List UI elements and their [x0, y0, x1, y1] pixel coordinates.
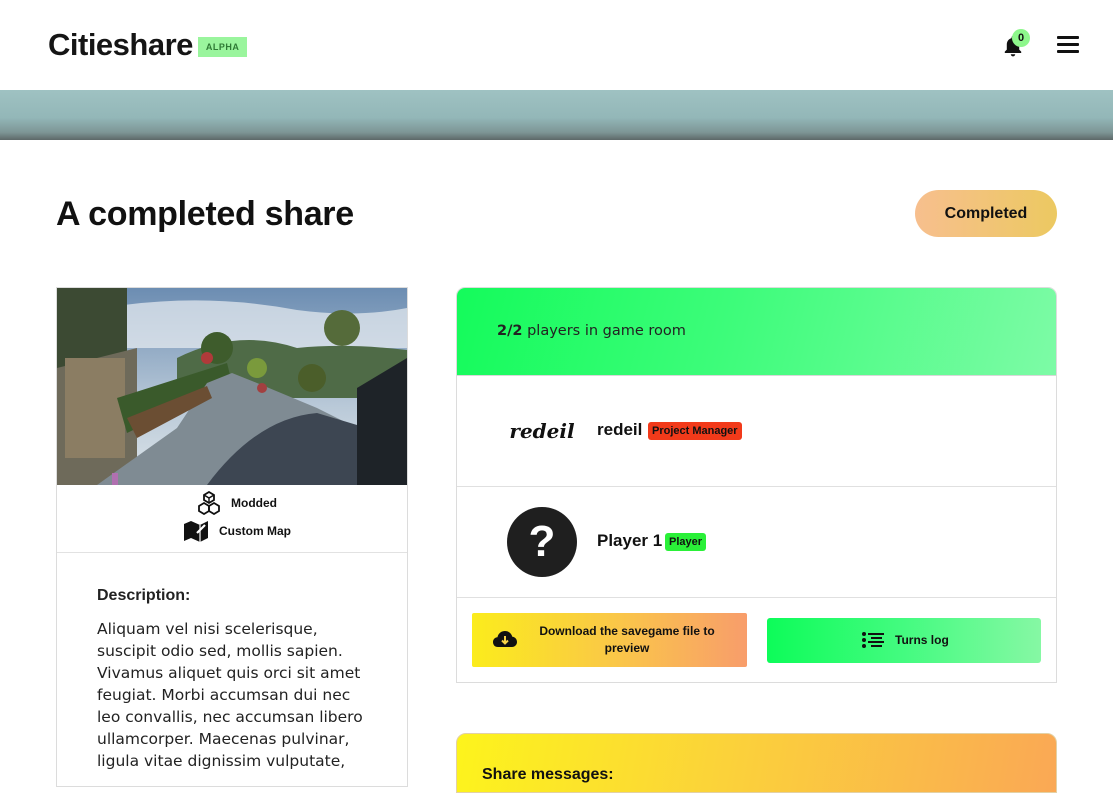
share-messages-title: Share messages:: [482, 766, 614, 783]
hero-banner: [0, 90, 1113, 140]
players-count-value: 2/2: [497, 323, 523, 339]
game-room-actions: Download the savegame file to preview Tu…: [457, 598, 1056, 682]
description-label: Description:: [97, 587, 191, 604]
map-icon: [184, 521, 208, 542]
hamburger-menu-icon[interactable]: [1057, 36, 1079, 54]
tag-label: Modded: [231, 496, 277, 510]
save-tags: Modded Custom Map: [57, 485, 407, 553]
players-count-label: players in game room: [522, 323, 686, 339]
players-count: 2/2 players in game room: [497, 323, 686, 339]
download-savegame-button[interactable]: Download the savegame file to preview: [472, 613, 747, 667]
brand-name[interactable]: Citieshare: [48, 27, 193, 63]
tag-modded: Modded: [197, 491, 277, 515]
tag-label: Custom Map: [219, 524, 291, 538]
avatar: ?: [507, 507, 577, 577]
turns-log-label: Turns log: [895, 633, 949, 647]
avatar: redeil: [507, 396, 577, 466]
brand[interactable]: Citieshare ALPHA: [48, 27, 248, 63]
turns-log-button[interactable]: Turns log: [767, 618, 1041, 663]
top-navbar: Citieshare ALPHA 0: [0, 0, 1113, 90]
cubes-icon: [198, 491, 220, 515]
player-row[interactable]: redeil redeil Project Manager: [457, 376, 1056, 487]
player-row[interactable]: ? Player 1 Player: [457, 487, 1056, 598]
save-info-card: Modded Custom Map Description: Aliquam v…: [56, 287, 408, 787]
player-name[interactable]: redeil: [597, 420, 642, 440]
page-title: A completed share: [56, 195, 354, 233]
game-room-header: 2/2 players in game room: [457, 288, 1056, 376]
download-savegame-label: Download the savegame file to preview: [539, 624, 715, 655]
role-badge: Player: [665, 533, 707, 551]
list-icon: [862, 632, 884, 648]
role-badge: Project Manager: [648, 422, 742, 440]
notification-count-badge: 0: [1012, 29, 1030, 47]
tag-custom-map: Custom Map: [183, 519, 291, 543]
description-text: Aliquam vel nisi scelerisque, suscipit o…: [97, 620, 363, 770]
player-name[interactable]: Player 1: [597, 531, 662, 551]
cloud-download-icon: [493, 631, 517, 647]
status-badge: Completed: [915, 190, 1057, 237]
share-messages-card: Share messages:: [456, 733, 1057, 793]
game-room-card: 2/2 players in game room redeil redeil P…: [456, 287, 1057, 683]
alpha-badge: ALPHA: [197, 37, 248, 57]
save-preview-image: [57, 288, 407, 485]
